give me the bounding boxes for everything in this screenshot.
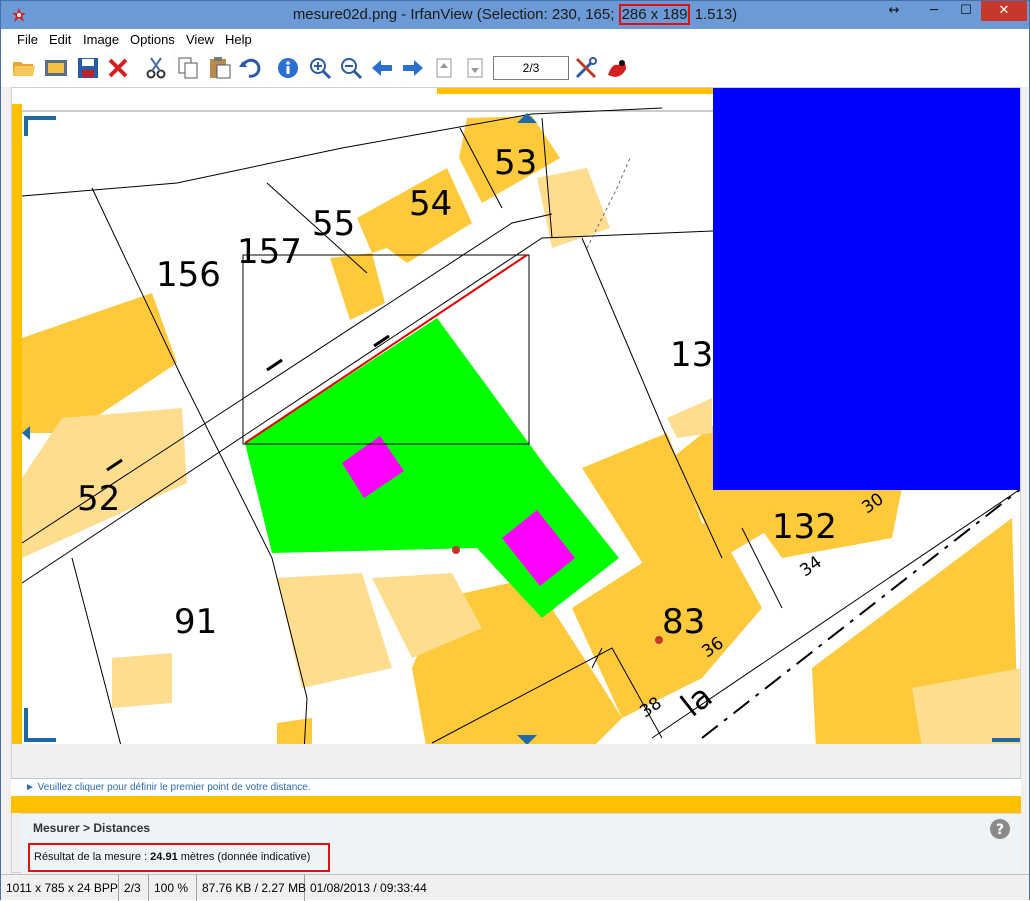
slideshow-icon[interactable] bbox=[43, 55, 69, 81]
top-yellow-strip bbox=[437, 88, 713, 94]
menu-image[interactable]: Image bbox=[83, 32, 119, 47]
blue-overlay bbox=[713, 88, 1020, 490]
measure-panel: Mesurer > Distances ? Résultat de la mes… bbox=[21, 813, 1021, 873]
paint-icon[interactable] bbox=[604, 55, 630, 81]
parcel-label: 157 bbox=[237, 232, 302, 272]
marker-dot bbox=[452, 546, 460, 554]
next-arrow-icon[interactable] bbox=[400, 55, 426, 81]
menu-options[interactable]: Options bbox=[130, 32, 175, 47]
title-main: mesure02d.png - IrfanView (Selection: 23… bbox=[292, 6, 619, 23]
parcel-label: 132 bbox=[772, 507, 837, 547]
open-folder-icon[interactable] bbox=[11, 55, 37, 81]
cut-icon[interactable] bbox=[143, 55, 169, 81]
info-icon[interactable] bbox=[275, 55, 301, 81]
status-bar: 1011 x 785 x 24 BPP 2/3 100 % 87.76 KB /… bbox=[1, 874, 1029, 901]
menu-view[interactable]: View bbox=[186, 32, 214, 47]
minimize-button[interactable]: ─ bbox=[919, 1, 949, 21]
page-number-field[interactable]: 2/3 bbox=[493, 56, 569, 80]
status-page: 2/3 bbox=[119, 875, 149, 901]
image-viewport[interactable]: 53 54 55 157 156 13 52 91 132 30 34 83 3… bbox=[11, 87, 1021, 873]
title-bar[interactable]: mesure02d.png - IrfanView (Selection: 23… bbox=[1, 1, 1029, 29]
zoom-out-icon[interactable] bbox=[338, 55, 364, 81]
parcel-label: 13 bbox=[670, 335, 713, 375]
hint-text: ► Veuillez cliquer pour définir le premi… bbox=[11, 778, 1021, 796]
menu-edit[interactable]: Edit bbox=[49, 32, 71, 47]
help-icon[interactable]: ? bbox=[989, 818, 1011, 840]
status-dimensions: 1011 x 785 x 24 BPP bbox=[1, 875, 119, 901]
paste-icon[interactable] bbox=[207, 55, 233, 81]
parcel-label: 54 bbox=[409, 184, 452, 224]
window-title: mesure02d.png - IrfanView (Selection: 23… bbox=[1, 4, 1029, 25]
result-prefix: Résultat de la mesure : bbox=[34, 851, 151, 863]
settings-tools-icon[interactable] bbox=[573, 55, 599, 81]
menu-bar: File Edit Image Options View Help bbox=[1, 29, 1029, 49]
title-selection-size: 286 x 189 bbox=[618, 4, 691, 25]
orange-divider bbox=[11, 796, 1021, 813]
parcel-label: 91 bbox=[174, 602, 217, 642]
parcel-label: 55 bbox=[312, 204, 355, 244]
result-suffix: mètres (donnée indicative) bbox=[177, 851, 311, 863]
menu-file[interactable]: File bbox=[17, 32, 38, 47]
resize-icon[interactable]: ↔ bbox=[879, 1, 909, 21]
status-file-size: 87.76 KB / 2.27 MB bbox=[197, 875, 306, 901]
undo-icon[interactable] bbox=[237, 55, 263, 81]
title-end: 1.513) bbox=[690, 6, 738, 23]
parcel-label: 52 bbox=[77, 479, 120, 519]
status-zoom: 100 % bbox=[149, 875, 197, 901]
previous-arrow-icon[interactable] bbox=[369, 55, 395, 81]
parcel-label: 34 bbox=[796, 552, 825, 581]
close-button[interactable]: ✕ bbox=[981, 1, 1027, 21]
irfanview-window: mesure02d.png - IrfanView (Selection: 23… bbox=[0, 0, 1030, 901]
toolbar: 2/3 bbox=[1, 49, 1029, 87]
delete-icon[interactable] bbox=[105, 55, 131, 81]
menu-help[interactable]: Help bbox=[225, 32, 252, 47]
parcel-label: 83 bbox=[662, 602, 705, 642]
parcel-label: 156 bbox=[156, 255, 221, 295]
result-value: 24.91 bbox=[150, 851, 178, 863]
cadastral-map[interactable]: 53 54 55 157 156 13 52 91 132 30 34 83 3… bbox=[12, 88, 1021, 873]
status-date: 01/08/2013 / 09:33:44 bbox=[310, 881, 427, 895]
measure-title: Mesurer > Distances bbox=[33, 821, 151, 835]
save-icon[interactable] bbox=[75, 55, 101, 81]
left-yellow-strip bbox=[12, 104, 22, 794]
copy-icon[interactable] bbox=[175, 55, 201, 81]
measure-result: Résultat de la mesure : 24.91 mètres (do… bbox=[28, 843, 330, 872]
svg-text:?: ? bbox=[996, 822, 1004, 838]
zoom-in-icon[interactable] bbox=[307, 55, 333, 81]
parcel-label: 53 bbox=[494, 143, 537, 183]
last-page-icon[interactable] bbox=[462, 55, 488, 81]
maximize-button[interactable]: ☐ bbox=[951, 1, 981, 21]
first-page-icon[interactable] bbox=[431, 55, 457, 81]
green-parcel bbox=[245, 318, 619, 618]
